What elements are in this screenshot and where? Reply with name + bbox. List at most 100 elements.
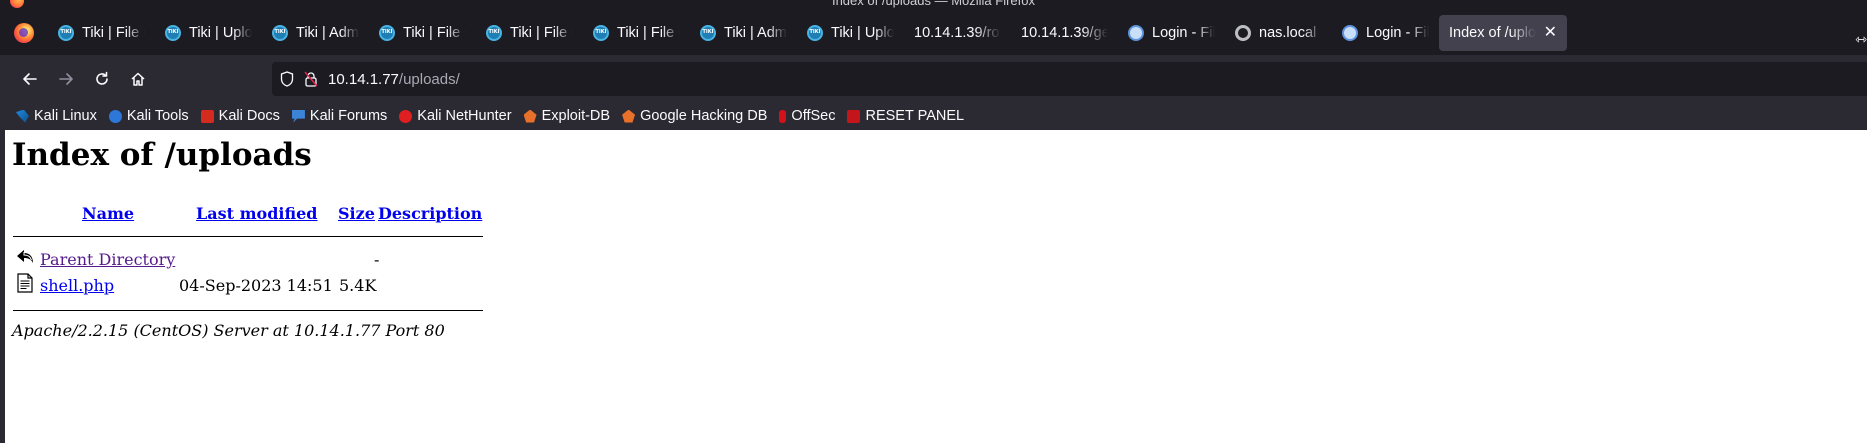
kali-tools-icon	[108, 109, 122, 123]
bookmark-kali-docs[interactable]: Kali Docs	[200, 108, 280, 124]
login-icon	[1342, 24, 1358, 41]
reset-panel-icon	[847, 109, 861, 123]
back-icon	[17, 250, 33, 263]
row-last-modified: 04-Sep-2023 14:51	[179, 276, 333, 295]
nas-icon	[1235, 24, 1251, 41]
tab[interactable]: 10.14.1.39/robot	[904, 15, 1011, 51]
home-icon	[131, 72, 145, 86]
server-signature: Apache/2.2.15 (CentOS) Server at 10.14.1…	[12, 321, 445, 340]
bookmark-label: RESET PANEL	[865, 108, 965, 124]
window-title: Index of /uploads — Mozilla Firefox	[831, 0, 1036, 8]
tab-label: 10.14.1.39/robot	[914, 24, 1001, 41]
file-icon	[17, 273, 33, 293]
bookmarks-toolbar: Kali Linux Kali Tools Kali Docs Kali For…	[0, 102, 1867, 130]
tab[interactable]: Tiki | File Gal	[476, 15, 583, 51]
column-header-last-modified[interactable]: Last modified	[196, 204, 317, 223]
tab[interactable]: 10.14.1.39/get_s	[1011, 15, 1118, 51]
divider	[13, 236, 483, 237]
tab-active[interactable]: Index of /uplo ✕	[1439, 14, 1567, 51]
offsec-icon	[779, 109, 787, 123]
forward-button[interactable]	[48, 61, 84, 97]
url-path: /uploads/	[398, 70, 460, 88]
parent-directory-link[interactable]: Parent Directory	[40, 250, 175, 269]
divider	[13, 310, 483, 311]
tab[interactable]: Tiki | Upload	[797, 15, 904, 51]
url-text[interactable]: 10.14.1.77/uploads/	[328, 71, 460, 88]
back-button[interactable]	[12, 61, 48, 97]
tiki-icon	[700, 24, 716, 41]
back-arrow-icon	[23, 72, 37, 85]
tab[interactable]: Tiki | Admin	[690, 15, 797, 51]
bookmark-label: Kali Tools	[126, 108, 189, 124]
tab-label: Tiki | File Gal	[510, 24, 573, 41]
tab[interactable]: Tiki | File Gal	[369, 15, 476, 51]
bookmark-google-hacking-db[interactable]: Google Hacking DB	[622, 108, 767, 124]
insecure-lock-icon[interactable]	[304, 71, 318, 87]
shield-icon[interactable]	[280, 71, 294, 87]
forward-arrow-icon	[59, 72, 73, 85]
bookmark-label: Kali Docs	[218, 108, 280, 124]
close-tab-icon[interactable]: ✕	[1544, 24, 1557, 41]
tiki-icon	[807, 24, 823, 41]
tab[interactable]: nas.local - Fil	[1225, 15, 1332, 51]
ghdb-icon	[622, 109, 636, 123]
column-header-description[interactable]: Description	[378, 204, 482, 223]
bookmark-kali-nethunter[interactable]: Kali NetHunter	[399, 108, 512, 124]
tab-label: Tiki | File Gal	[82, 24, 145, 41]
tab[interactable]: Tiki | File Gal	[48, 15, 155, 51]
tab-label: Tiki | Admin	[296, 24, 359, 41]
bookmark-kali-forums[interactable]: Kali Forums	[291, 108, 388, 124]
tiki-icon	[165, 24, 181, 41]
kali-icon	[16, 109, 29, 123]
login-icon	[1128, 24, 1144, 41]
tab-label: Tiki | Upload	[189, 24, 252, 41]
tiki-icon	[593, 24, 609, 41]
bookmark-label: OffSec	[791, 108, 836, 124]
tiki-icon	[379, 24, 395, 41]
kali-docs-icon	[200, 109, 214, 123]
page-content: Index of /uploads Name Last modified Siz…	[0, 130, 1867, 443]
tiki-icon	[272, 24, 288, 41]
bookmark-label: Exploit-DB	[541, 108, 611, 124]
bookmark-label: Kali NetHunter	[417, 108, 512, 124]
tab[interactable]: Tiki | File Gal	[583, 15, 690, 51]
column-header-name[interactable]: Name	[82, 204, 134, 223]
home-button[interactable]	[120, 61, 156, 97]
tab[interactable]: Tiki | Admin	[262, 15, 369, 51]
bookmark-exploit-db[interactable]: Exploit-DB	[523, 108, 611, 124]
url-bar[interactable]: 10.14.1.77/uploads/	[272, 62, 1867, 96]
tab-label: Tiki | Upload	[831, 24, 894, 41]
file-link[interactable]: shell.php	[40, 276, 114, 295]
url-host: 10.14.1.77	[328, 70, 399, 88]
reload-button[interactable]	[84, 61, 120, 97]
tab-strip: Tiki | File Gal Tiki | Upload Tiki | Adm…	[0, 10, 1867, 55]
kali-forums-icon	[291, 109, 305, 123]
tab-overflow-icon[interactable]: ⇿	[1855, 32, 1867, 48]
bookmark-kali-tools[interactable]: Kali Tools	[108, 108, 189, 124]
tiki-icon	[58, 24, 74, 41]
bookmark-label: Kali Linux	[34, 108, 97, 124]
window-titlebar: Index of /uploads — Mozilla Firefox	[0, 0, 1867, 10]
directory-listing: Name Last modified Size Description Pare…	[5, 130, 505, 330]
bookmark-reset-panel[interactable]: RESET PANEL	[847, 108, 964, 124]
navigation-toolbar: 10.14.1.77/uploads/	[0, 55, 1867, 102]
bookmark-kali-linux[interactable]: Kali Linux	[16, 108, 97, 124]
column-header-size[interactable]: Size	[338, 204, 375, 223]
row-size: 5.4K	[339, 276, 377, 295]
tiki-icon	[486, 24, 502, 41]
tab-label: 10.14.1.39/get_s	[1021, 24, 1108, 41]
firefox-logo-icon	[14, 22, 34, 43]
tab-label: Index of /uplo	[1449, 24, 1536, 41]
tab[interactable]: Tiki | Upload	[155, 15, 262, 51]
tab-label: Tiki | Admin	[724, 24, 787, 41]
nethunter-icon	[399, 109, 413, 123]
bookmark-offsec[interactable]: OffSec	[779, 108, 835, 124]
firefox-view-button[interactable]	[0, 10, 48, 55]
tab-label: Tiki | File Gal	[617, 24, 680, 41]
bookmark-label: Google Hacking DB	[640, 108, 768, 124]
tab-label: nas.local - Fil	[1259, 24, 1322, 41]
bookmark-label: Kali Forums	[309, 108, 388, 124]
tab-label: Login - File B	[1366, 24, 1429, 41]
tab[interactable]: Login - File B	[1118, 15, 1225, 51]
tab[interactable]: Login - File B	[1332, 15, 1439, 51]
